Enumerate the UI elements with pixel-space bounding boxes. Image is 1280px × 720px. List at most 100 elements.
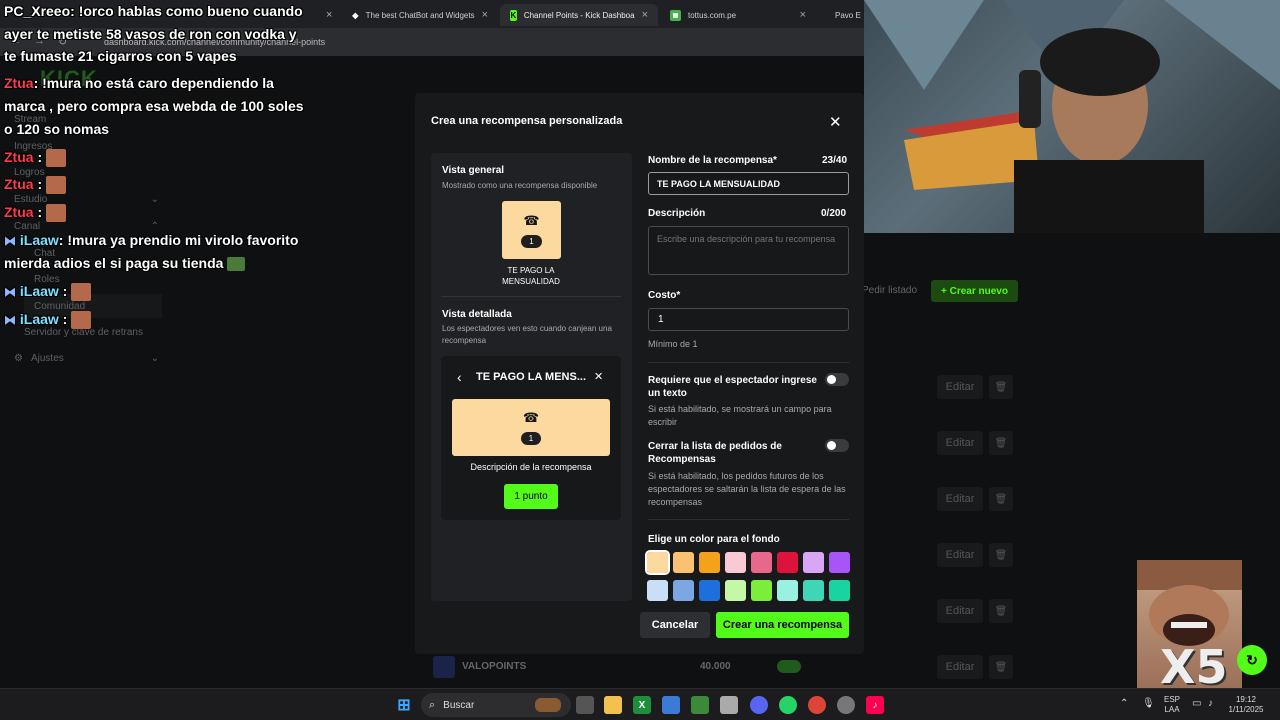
chat-message: PC_Xreeo: !orco hablas como bueno cuando bbox=[4, 0, 303, 23]
color-swatch[interactable] bbox=[645, 550, 670, 575]
color-swatch[interactable] bbox=[777, 580, 798, 601]
color-swatch[interactable] bbox=[647, 580, 668, 601]
app-icon[interactable] bbox=[720, 696, 738, 714]
close-icon[interactable]: ✕ bbox=[829, 113, 842, 131]
close-queue-toggle[interactable] bbox=[825, 439, 849, 452]
color-swatch[interactable] bbox=[725, 552, 746, 573]
trash-icon[interactable]: 🗑 bbox=[989, 375, 1013, 399]
tab-tottus[interactable]: ▦ tottus.com.pe × bbox=[660, 4, 816, 26]
trash-icon[interactable]: 🗑 bbox=[989, 655, 1013, 679]
search-label: Buscar bbox=[443, 699, 475, 711]
color-swatch[interactable] bbox=[803, 580, 824, 601]
discord-icon[interactable] bbox=[750, 696, 768, 714]
points-row-toggle[interactable] bbox=[777, 660, 801, 673]
windows-taskbar: ⊞ ⌕ Buscar X ♪ ⌃ 🎙 ESP LAA ▭ ♪ 19:12 1/11/… bbox=[0, 688, 1280, 720]
cancel-button[interactable]: Cancelar bbox=[640, 612, 710, 638]
divider bbox=[648, 519, 849, 520]
chat-text: ayer te metiste 58 vasos de ron con vodk… bbox=[4, 26, 297, 42]
tab-channel-points[interactable]: K Channel Points - Kick Dashboa × bbox=[500, 4, 658, 26]
tab-pavo[interactable]: Pavo E bbox=[818, 4, 864, 26]
color-swatch[interactable] bbox=[829, 580, 850, 601]
detail-subtitle: Los espectadores ven esto cuando canjean… bbox=[442, 324, 612, 345]
edit-button[interactable]: Editar bbox=[937, 431, 983, 455]
task-view-icon[interactable] bbox=[576, 696, 594, 714]
close-icon[interactable]: ✕ bbox=[594, 370, 603, 383]
emote-image bbox=[46, 176, 67, 195]
create-new-button[interactable]: + Crear nuevo bbox=[931, 280, 1018, 302]
color-swatch[interactable] bbox=[777, 552, 798, 573]
trash-icon[interactable]: 🗑 bbox=[989, 599, 1013, 623]
telephone-icon: ☎ bbox=[523, 212, 540, 228]
color-swatch[interactable] bbox=[751, 580, 772, 601]
chat-username: iLaaw bbox=[19, 283, 59, 299]
tab-close-icon[interactable]: × bbox=[800, 9, 806, 21]
edit-button[interactable]: Editar bbox=[937, 655, 983, 679]
meme-multiplier-text: X5 bbox=[1160, 640, 1228, 694]
points-row-name: VALOPOINTS bbox=[462, 661, 527, 672]
emote-image bbox=[227, 257, 246, 272]
chevron-up-icon[interactable]: ⌃ bbox=[1120, 699, 1128, 709]
sidebar-item-ajustes[interactable]: ⚙ Ajustes ⌄ bbox=[14, 353, 159, 364]
trash-icon[interactable]: 🗑 bbox=[989, 487, 1013, 511]
bot-badge-icon: ⧓ bbox=[4, 234, 16, 248]
overview-subtitle: Mostrado como una recompensa disponible bbox=[442, 181, 598, 190]
file-explorer-icon[interactable] bbox=[604, 696, 622, 714]
emote-image bbox=[46, 149, 67, 168]
windows-start-icon[interactable]: ⊞ bbox=[395, 696, 413, 714]
chat-text: : bbox=[58, 283, 68, 299]
tab-chatbot[interactable]: ◆ The best ChatBot and Widgets × bbox=[342, 4, 498, 26]
color-swatch[interactable] bbox=[803, 552, 824, 573]
color-swatch[interactable] bbox=[829, 552, 850, 573]
cost-input[interactable] bbox=[648, 308, 849, 331]
color-swatch[interactable] bbox=[673, 580, 694, 601]
color-swatch[interactable] bbox=[673, 552, 694, 573]
redeem-points-button[interactable]: 1 punto bbox=[504, 484, 558, 509]
name-char-count: 23/40 bbox=[822, 155, 848, 166]
cost-label: Costo* bbox=[648, 290, 681, 301]
request-list-link[interactable]: Pedir listado bbox=[862, 285, 917, 296]
tiktok-icon[interactable]: ♪ bbox=[866, 696, 884, 714]
color-swatch[interactable] bbox=[699, 580, 720, 601]
reward-name-input[interactable] bbox=[648, 172, 849, 195]
edit-button[interactable]: Editar bbox=[937, 375, 983, 399]
store-icon[interactable] bbox=[662, 696, 680, 714]
chat-message: te fumaste 21 cigarros con 5 vapes bbox=[4, 45, 237, 68]
search-icon: ⌕ bbox=[429, 698, 436, 711]
chat-text: : bbox=[33, 204, 43, 220]
require-text-toggle[interactable] bbox=[825, 373, 849, 386]
obs-icon[interactable] bbox=[837, 696, 855, 714]
edit-button[interactable]: Editar bbox=[937, 487, 983, 511]
tab-close-icon[interactable]: × bbox=[642, 9, 648, 21]
points-row-cost: 40.000 bbox=[700, 661, 731, 672]
description-textarea[interactable] bbox=[648, 226, 849, 275]
description-char-count: 0/200 bbox=[821, 208, 847, 219]
whatsapp-icon[interactable] bbox=[779, 696, 797, 714]
xbox-icon[interactable]: X bbox=[633, 696, 651, 714]
trash-icon[interactable]: 🗑 bbox=[989, 543, 1013, 567]
detail-description: Descripción de la recompensa bbox=[470, 462, 592, 472]
clock[interactable]: 19:12 1/11/2025 bbox=[1228, 695, 1264, 715]
tab-close-icon[interactable]: × bbox=[482, 9, 488, 21]
taskbar-search[interactable]: ⌕ Buscar bbox=[421, 693, 571, 717]
trash-icon[interactable]: 🗑 bbox=[989, 431, 1013, 455]
network-icon[interactable]: ▭ bbox=[1192, 699, 1201, 709]
microphone-icon[interactable]: 🎙 bbox=[1142, 699, 1155, 709]
close-queue-hint: Si está habilitado, los pedidos futuros … bbox=[648, 471, 846, 507]
minecraft-icon[interactable] bbox=[691, 696, 709, 714]
color-swatch[interactable] bbox=[725, 580, 746, 601]
divider bbox=[441, 296, 621, 297]
back-chevron-icon[interactable]: ‹ bbox=[457, 369, 462, 385]
edit-button[interactable]: Editar bbox=[937, 543, 983, 567]
support-chat-icon[interactable]: ↻ bbox=[1237, 645, 1267, 675]
tab-close-icon[interactable]: × bbox=[326, 9, 332, 21]
chat-text: mierda adios el si paga su tienda bbox=[4, 255, 224, 271]
create-reward-button[interactable]: Crear una recompensa bbox=[716, 612, 849, 638]
edit-button[interactable]: Editar bbox=[937, 599, 983, 623]
chrome-icon[interactable] bbox=[808, 696, 826, 714]
color-swatch[interactable] bbox=[699, 552, 720, 573]
overview-title: Vista general bbox=[442, 165, 505, 176]
chat-message: Ztua : bbox=[4, 201, 67, 224]
color-swatch[interactable] bbox=[751, 552, 772, 573]
volume-icon[interactable]: ♪ bbox=[1208, 699, 1213, 709]
language-indicator[interactable]: ESP LAA bbox=[1164, 695, 1180, 715]
